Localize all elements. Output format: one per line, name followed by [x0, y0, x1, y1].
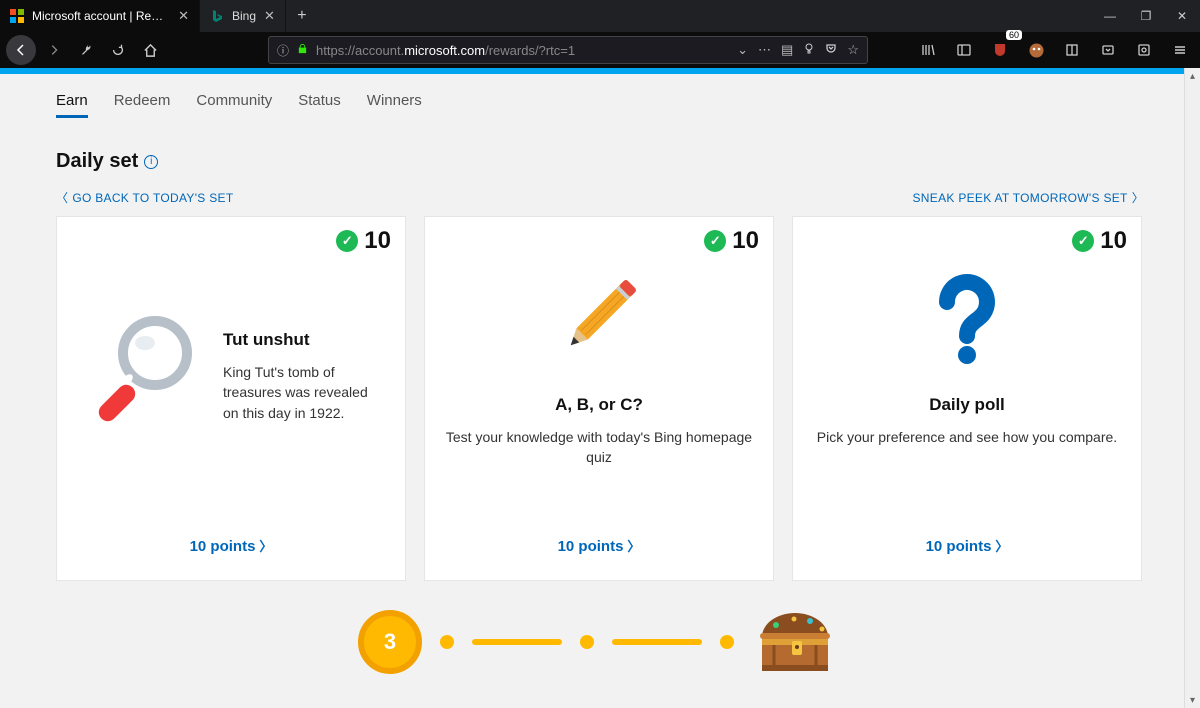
window-controls: — ❐ ✕ [1092, 0, 1200, 32]
checkmark-icon: ✓ [336, 230, 358, 252]
tab-winners[interactable]: Winners [367, 92, 422, 118]
card-quiz[interactable]: ✓ 10 [424, 216, 774, 581]
close-tab-icon[interactable]: ✕ [178, 8, 189, 24]
extensions: 60 [914, 36, 1194, 64]
checkmark-icon: ✓ [704, 230, 726, 252]
page-content: Earn Redeem Community Status Winners Dai… [0, 74, 1200, 677]
streak-tracker: 3 [56, 607, 1144, 677]
set-navigation: 〈 GO BACK TO TODAY'S SET SNEAK PEEK AT T… [56, 185, 1144, 216]
address-bar[interactable]: ⓘ https://account.microsoft.com/rewards/… [268, 36, 868, 64]
wrench-icon[interactable] [72, 36, 100, 64]
card-daily-poll[interactable]: ✓ 10 Daily poll Pick your preference and… [792, 216, 1142, 581]
card-cta[interactable]: 10 points〉 [926, 538, 1009, 555]
toolbar: ⓘ https://account.microsoft.com/rewards/… [0, 32, 1200, 68]
site-info-icon[interactable]: ⓘ [277, 42, 289, 59]
streak-dash [612, 639, 702, 645]
card-cta[interactable]: 10 points〉 [190, 538, 273, 555]
back-button[interactable] [6, 35, 36, 65]
card-desc: Pick your preference and see how you com… [817, 427, 1117, 447]
magnifier-icon [85, 308, 205, 428]
tab-redeem[interactable]: Redeem [114, 92, 171, 118]
browser-tab-bing[interactable]: Bing ✕ [200, 0, 286, 32]
close-tab-icon[interactable]: ✕ [264, 8, 275, 24]
viewport: Earn Redeem Community Status Winners Dai… [0, 68, 1200, 708]
badge-count: 60 [1006, 30, 1022, 40]
vertical-scrollbar[interactable]: ▴ ▾ [1184, 68, 1200, 708]
streak-dot [440, 635, 454, 649]
tab-title: Microsoft account | Rewards D... [32, 9, 170, 23]
bing-logo-icon [210, 9, 224, 23]
bookmark-star-icon[interactable]: ☆ [847, 42, 859, 58]
tab-earn[interactable]: Earn [56, 92, 88, 118]
points-earned: ✓ 10 [704, 227, 759, 255]
monkey-ext-icon[interactable] [1022, 36, 1050, 64]
browser-chrome: Microsoft account | Rewards D... ✕ Bing … [0, 0, 1200, 68]
treasure-chest-icon [752, 607, 842, 677]
go-back-label: GO BACK TO TODAY'S SET [72, 191, 233, 205]
home-button[interactable] [136, 36, 164, 64]
ext-icon[interactable] [1058, 36, 1086, 64]
streak-dot [580, 635, 594, 649]
streak-dot [720, 635, 734, 649]
forward-button[interactable] [40, 36, 68, 64]
tab-status[interactable]: Status [298, 92, 341, 118]
points-value: 10 [1100, 227, 1127, 255]
tab-title: Bing [232, 9, 256, 23]
chevron-right-icon: 〉 [259, 539, 272, 554]
ms-logo-icon [10, 9, 24, 23]
sidebar-icon[interactable] [950, 36, 978, 64]
info-icon[interactable]: i [144, 155, 158, 169]
scroll-down-arrow[interactable]: ▾ [1185, 692, 1200, 708]
rewards-nav: Earn Redeem Community Status Winners [56, 74, 1144, 128]
points-value: 10 [732, 227, 759, 255]
card-title: Daily poll [929, 395, 1005, 415]
points-earned: ✓ 10 [1072, 227, 1127, 255]
chevron-right-icon: 〉 [995, 539, 1008, 554]
card-desc: King Tut's tomb of treasures was reveale… [223, 362, 377, 423]
reader-icon[interactable]: ▤ [781, 42, 793, 58]
card-tut-unshut[interactable]: ✓ 10 Tut unshut King Tut's to [56, 216, 406, 581]
section-header: Daily set i [56, 128, 1144, 185]
points-earned: ✓ 10 [336, 227, 391, 255]
tab-strip: Microsoft account | Rewards D... ✕ Bing … [0, 0, 1200, 32]
sneak-peek-label: SNEAK PEEK AT TOMORROW'S SET [913, 191, 1128, 205]
chevron-left-icon: 〈 [56, 189, 68, 206]
new-tab-button[interactable]: + [286, 0, 318, 32]
card-title: Tut unshut [223, 330, 377, 350]
ext3-icon[interactable] [1130, 36, 1158, 64]
maximize-button[interactable]: ❐ [1128, 0, 1164, 32]
scroll-up-arrow[interactable]: ▴ [1185, 68, 1200, 84]
card-cta[interactable]: 10 points〉 [558, 538, 641, 555]
streak-count: 3 [384, 629, 396, 655]
close-window-button[interactable]: ✕ [1164, 0, 1200, 32]
card-title: A, B, or C? [555, 395, 643, 415]
question-mark-icon [907, 257, 1027, 377]
streak-coin: 3 [358, 610, 422, 674]
ext2-icon[interactable] [1094, 36, 1122, 64]
reload-button[interactable] [104, 36, 132, 64]
go-back-link[interactable]: 〈 GO BACK TO TODAY'S SET [56, 189, 233, 206]
card-desc: Test your knowledge with today's Bing ho… [445, 427, 753, 468]
pocket-icon[interactable] [825, 42, 837, 58]
minimize-button[interactable]: — [1092, 0, 1128, 32]
points-value: 10 [364, 227, 391, 255]
chevron-right-icon: 〉 [627, 539, 640, 554]
lock-icon [297, 43, 308, 57]
tab-community[interactable]: Community [196, 92, 272, 118]
pencil-icon [539, 257, 659, 377]
browser-tab-rewards[interactable]: Microsoft account | Rewards D... ✕ [0, 0, 200, 32]
checkmark-icon: ✓ [1072, 230, 1094, 252]
page-title: Daily set [56, 150, 138, 173]
chevron-down-icon[interactable]: ⌄ [737, 42, 748, 58]
library-icon[interactable] [914, 36, 942, 64]
ublock-icon[interactable]: 60 [986, 36, 1014, 64]
sneak-peek-link[interactable]: SNEAK PEEK AT TOMORROW'S SET 〉 [913, 189, 1145, 206]
chevron-right-icon: 〉 [1132, 189, 1144, 206]
daily-set-cards: ✓ 10 Tut unshut King Tut's to [56, 216, 1144, 581]
url-text: https://account.microsoft.com/rewards/?r… [316, 43, 729, 58]
bulb-icon[interactable] [803, 42, 815, 58]
more-icon[interactable]: ⋯ [758, 42, 771, 58]
streak-dash [472, 639, 562, 645]
menu-button[interactable] [1166, 36, 1194, 64]
